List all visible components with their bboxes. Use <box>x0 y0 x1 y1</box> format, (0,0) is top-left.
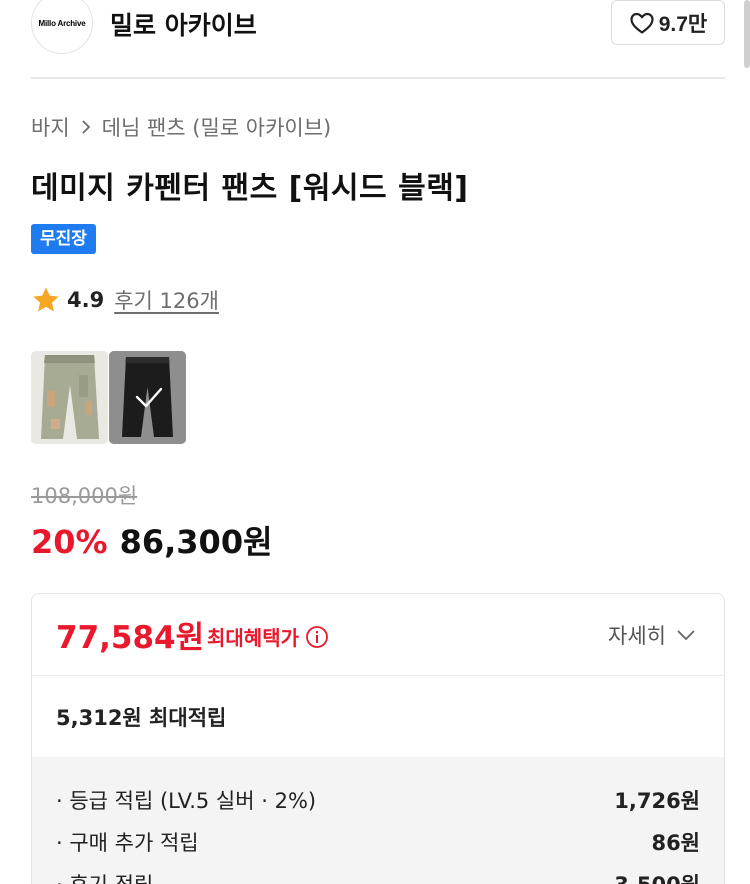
pants-light-image <box>31 351 108 444</box>
heart-icon <box>630 12 654 34</box>
points-row-amount: 86원 <box>651 831 700 855</box>
like-button[interactable]: 9.7만 <box>611 0 725 45</box>
product-title: 데미지 카펜터 팬츠 [워시드 블랙] <box>31 171 469 206</box>
max-benefit-label-text: 최대혜택가 <box>207 626 299 650</box>
store-logo-text: Millo Archive <box>38 18 86 28</box>
shipping-badge: 무진장 <box>31 224 96 254</box>
rating-value: 4.9 <box>67 288 105 312</box>
sale-price: 86,300원 <box>119 523 273 561</box>
points-row-label: · 구매 추가 적립 <box>56 831 199 855</box>
price-row: 20% 86,300원 <box>31 517 273 563</box>
thumbnail-washed-light[interactable] <box>31 351 108 444</box>
benefit-box: 77,584원 최대혜택가 자세히 5,312원 최대적립 · 등급 적립 (L… <box>31 593 725 884</box>
thumbnail-washed-black[interactable] <box>109 351 186 444</box>
store-name[interactable]: 밀로 아카이브 <box>110 6 257 42</box>
breadcrumb: 바지 데님 팬츠 (밀로 아카이브) <box>31 112 331 142</box>
points-detail: · 등급 적립 (LV.5 실버 · 2%) 1,726원 · 구매 추가 적립… <box>32 757 724 884</box>
points-row-purchase: · 구매 추가 적립 86원 <box>56 827 700 857</box>
max-benefit-price: 77,584원 <box>56 620 205 656</box>
discount-rate: 20% <box>31 523 108 561</box>
original-price: 108,000원 <box>31 484 138 508</box>
points-row-review: · 후기 적립 3,500원 <box>56 869 700 884</box>
pants-black-image <box>109 351 186 444</box>
info-icon[interactable] <box>305 625 329 649</box>
points-row-label: · 등급 적립 (LV.5 실버 · 2%) <box>56 789 317 813</box>
breadcrumb-subcategory[interactable]: 데님 팬츠 (밀로 아카이브) <box>102 112 332 142</box>
max-benefit-label: 최대혜택가 <box>207 622 329 651</box>
points-row-amount: 3,500원 <box>614 869 700 884</box>
star-icon <box>33 287 59 312</box>
review-link[interactable]: 후기 126개 <box>114 285 219 315</box>
points-row-amount: 1,726원 <box>614 789 700 813</box>
detail-toggle-label: 자세히 <box>608 624 666 648</box>
like-count: 9.7만 <box>658 12 708 36</box>
chevron-right-icon <box>80 118 92 136</box>
detail-toggle-button[interactable]: 자세히 <box>608 620 696 650</box>
points-row-grade: · 등급 적립 (LV.5 실버 · 2%) 1,726원 <box>56 785 700 815</box>
store-logo[interactable]: Millo Archive <box>31 0 93 54</box>
rating-row: 4.9 후기 126개 <box>31 285 219 315</box>
breadcrumb-category[interactable]: 바지 <box>31 112 70 142</box>
points-row-label: · 후기 적립 <box>56 869 153 884</box>
header-divider <box>31 77 725 79</box>
chevron-down-icon <box>677 630 695 641</box>
store-header: Millo Archive 밀로 아카이브 9.7만 <box>0 0 750 79</box>
benefit-header[interactable]: 77,584원 최대혜택가 자세히 <box>32 594 724 676</box>
points-summary: 5,312원 최대적립 <box>56 706 227 730</box>
